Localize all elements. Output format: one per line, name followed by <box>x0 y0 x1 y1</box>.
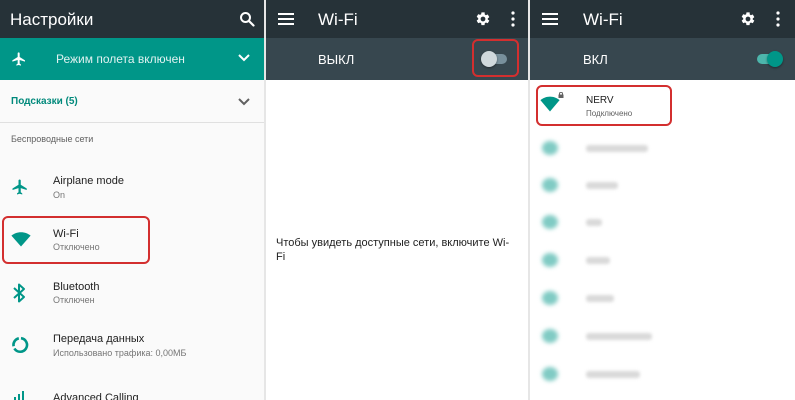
network-item-blurred[interactable] <box>530 324 795 348</box>
wifi-app-bar: Wi-Fi <box>530 0 795 38</box>
wifi-status-label: ВЫКЛ <box>318 52 355 67</box>
settings-item-title: Advanced Calling <box>53 392 139 400</box>
wifi-on-panel: Wi-Fi ВКЛ NERV Подключено <box>530 0 795 400</box>
wifi-signal-icon <box>542 367 558 381</box>
wifi-status-label: ВКЛ <box>583 52 608 67</box>
wifi-toggle[interactable] <box>755 51 783 67</box>
menu-icon[interactable] <box>278 13 294 25</box>
settings-item-subtitle: On <box>53 190 66 200</box>
network-item-blurred[interactable] <box>530 248 795 272</box>
wifi-app-bar: Wi-Fi <box>266 0 528 38</box>
suggestions-row[interactable]: Подсказки (5) <box>0 80 264 122</box>
settings-item-title: Airplane mode <box>53 175 124 187</box>
blurred-network-name <box>586 371 640 378</box>
wifi-off-message-line: Чтобы увидеть доступные сети, включите W… <box>276 237 510 249</box>
settings-app-bar: Настройки <box>0 0 264 38</box>
toggle-thumb <box>767 51 783 67</box>
wifi-signal-icon <box>542 253 558 267</box>
section-header: Беспроводные сети <box>11 134 94 144</box>
network-item-blurred[interactable] <box>530 136 795 160</box>
blurred-network-name <box>586 295 614 302</box>
more-vert-icon[interactable] <box>511 11 515 27</box>
wifi-off-message-line: Fi <box>276 251 286 263</box>
blurred-network-name <box>586 257 610 264</box>
settings-item-title: Передача данных <box>53 333 145 345</box>
blurred-network-name <box>586 333 652 340</box>
blurred-network-name <box>586 182 618 189</box>
wifi-signal-icon <box>542 215 558 229</box>
airplane-icon <box>12 179 27 195</box>
page-title: Wi-Fi <box>318 10 358 29</box>
phone-icon <box>14 391 24 400</box>
page-title: Настройки <box>10 10 94 29</box>
airplane-icon <box>12 52 25 66</box>
blurred-network-name <box>586 145 648 152</box>
gear-icon[interactable] <box>740 11 756 27</box>
data-usage-icon <box>12 336 29 354</box>
wifi-switch-bar: ВКЛ <box>530 38 795 80</box>
bluetooth-icon <box>13 283 25 303</box>
wifi-off-message: Чтобы увидеть доступные сети, включите W… <box>276 236 526 264</box>
more-vert-icon[interactable] <box>776 11 780 27</box>
suggestions-label: Подсказки (5) <box>11 96 78 107</box>
airplane-banner-label: Режим полета включен <box>56 52 185 66</box>
chevron-down-icon[interactable] <box>238 54 250 62</box>
wifi-signal-icon <box>542 178 558 192</box>
wifi-signal-icon <box>542 291 558 305</box>
network-item-blurred[interactable] <box>530 286 795 310</box>
gear-icon[interactable] <box>475 11 491 27</box>
settings-panel: Настройки Режим полета включен Подсказки… <box>0 0 264 400</box>
settings-item-advanced-calling[interactable]: Advanced Calling <box>0 384 264 400</box>
airplane-mode-banner[interactable]: Режим полета включен <box>0 38 264 80</box>
network-item-blurred[interactable] <box>530 173 795 197</box>
network-item-blurred[interactable] <box>530 210 795 234</box>
blurred-network-name <box>586 219 602 226</box>
wifi-signal-icon <box>542 329 558 343</box>
menu-icon[interactable] <box>542 13 558 25</box>
network-item-blurred[interactable] <box>530 362 795 386</box>
settings-item-subtitle: Использовано трафика: 0,00МБ <box>53 348 187 358</box>
settings-item-data-usage[interactable]: Передача данных Использовано трафика: 0,… <box>0 324 264 368</box>
chevron-down-icon[interactable] <box>238 98 250 106</box>
settings-item-airplane-mode[interactable]: Airplane mode On <box>0 166 264 210</box>
divider <box>0 122 264 123</box>
settings-item-subtitle: Отключен <box>53 295 95 305</box>
settings-item-title: Bluetooth <box>53 281 100 293</box>
wifi-switch-bar: ВЫКЛ <box>266 38 528 80</box>
page-title: Wi-Fi <box>583 10 623 29</box>
search-icon[interactable] <box>239 11 255 27</box>
settings-item-bluetooth[interactable]: Bluetooth Отключен <box>0 272 264 316</box>
wifi-signal-icon <box>542 141 558 155</box>
wifi-off-panel: Wi-Fi ВЫКЛ Чтобы увидеть доступные сети,… <box>266 0 528 400</box>
toggle-highlight-frame <box>472 39 519 77</box>
network-highlight-frame <box>536 85 672 126</box>
wifi-highlight-frame <box>2 216 150 264</box>
